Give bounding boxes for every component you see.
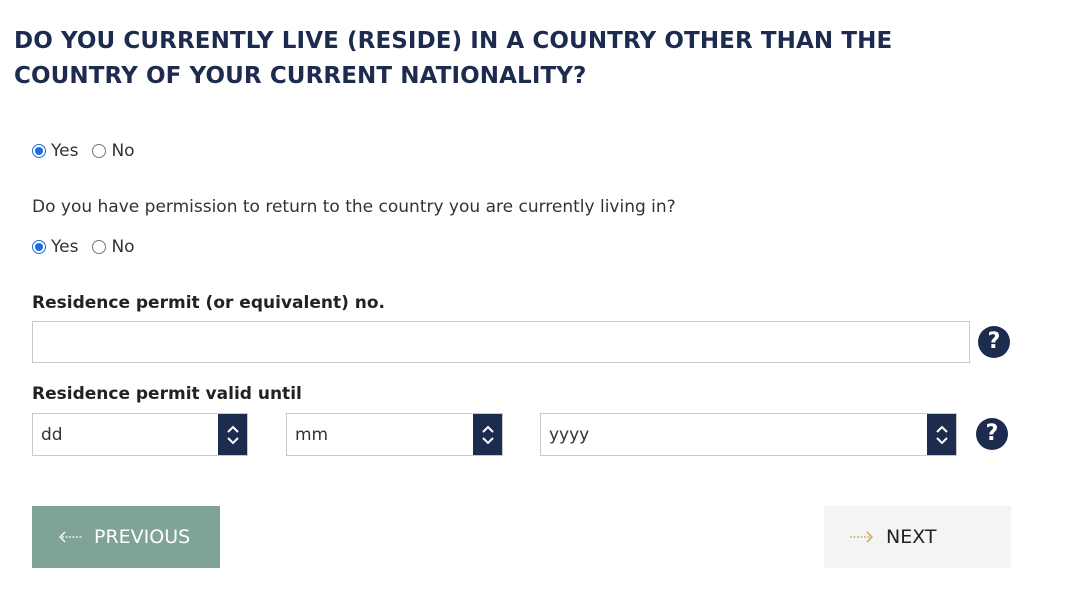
permit-number-help-icon[interactable]: ? — [978, 326, 1010, 358]
residence-radio-group: Yes No — [32, 141, 149, 161]
day-select-value: dd — [41, 425, 63, 445]
next-button[interactable]: NEXT — [824, 506, 1011, 568]
previous-button-label: PREVIOUS — [94, 526, 191, 548]
return-no-label: No — [111, 237, 135, 257]
return-permission-radio-group: Yes No — [32, 237, 149, 257]
residence-no-option[interactable]: No — [92, 141, 135, 161]
year-spinner-icon[interactable] — [927, 414, 956, 455]
return-no-radio[interactable] — [92, 240, 107, 254]
return-yes-option[interactable]: Yes — [32, 237, 78, 257]
year-select[interactable]: yyyy — [540, 413, 957, 456]
residence-yes-radio[interactable] — [32, 144, 46, 158]
next-button-label: NEXT — [886, 526, 937, 548]
month-select-value: mm — [295, 425, 329, 445]
residence-no-label: No — [111, 141, 135, 161]
month-select[interactable]: mm — [286, 413, 503, 456]
previous-button[interactable]: PREVIOUS — [32, 506, 220, 568]
year-select-value: yyyy — [549, 425, 590, 445]
arrow-left-icon — [59, 531, 82, 543]
permit-number-label: Residence permit (or equivalent) no. — [32, 293, 386, 313]
day-spinner-icon[interactable] — [218, 414, 247, 455]
return-permission-question: Do you have permission to return to the … — [32, 197, 676, 217]
permit-valid-until-label: Residence permit valid until — [32, 384, 302, 404]
return-yes-label: Yes — [51, 237, 79, 257]
residence-yes-label: Yes — [51, 141, 79, 161]
month-spinner-icon[interactable] — [473, 414, 502, 455]
page-title: DO YOU CURRENTLY LIVE (RESIDE) IN A COUN… — [14, 28, 893, 89]
residence-no-radio[interactable] — [92, 144, 107, 158]
permit-valid-until-help-icon[interactable]: ? — [976, 418, 1008, 450]
arrow-right-icon — [850, 531, 873, 543]
residence-yes-option[interactable]: Yes — [32, 141, 78, 161]
return-yes-radio[interactable] — [32, 240, 46, 254]
permit-number-input[interactable] — [32, 321, 970, 363]
return-no-option[interactable]: No — [92, 237, 135, 257]
day-select[interactable]: dd — [32, 413, 248, 456]
